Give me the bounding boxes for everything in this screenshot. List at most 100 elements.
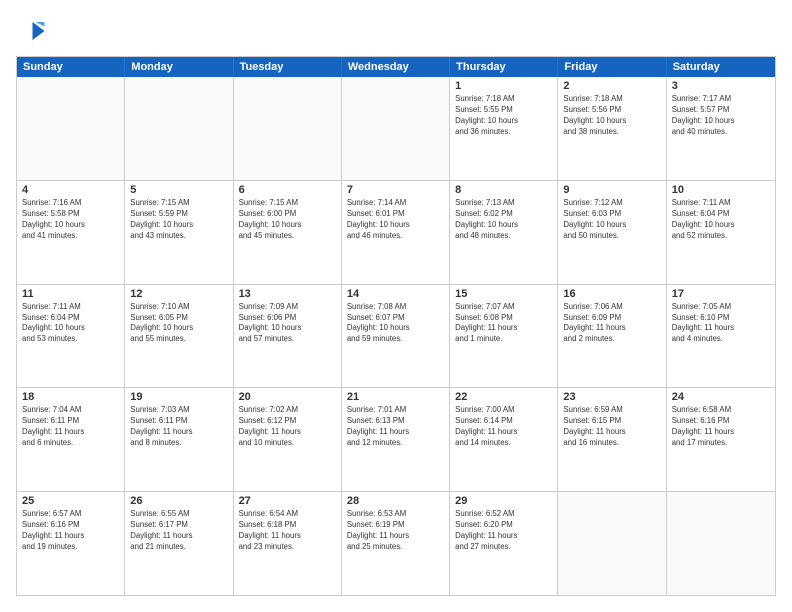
calendar-cell: 8 Sunrise: 7:13 AM Sunset: 6:02 PM Daylig… [450, 181, 558, 284]
logo-icon [16, 16, 46, 46]
calendar-cell: 7 Sunrise: 7:14 AM Sunset: 6:01 PM Daylig… [342, 181, 450, 284]
day-number: 22 [455, 391, 552, 403]
calendar-cell: 15Sunrise: 7:07 AM Sunset: 6:08 PM Dayli… [450, 285, 558, 388]
calendar-cell: 4 Sunrise: 7:16 AM Sunset: 5:58 PM Daylig… [17, 181, 125, 284]
day-info: Sunrise: 7:11 AM Sunset: 6:04 PM Dayligh… [22, 302, 119, 346]
day-number: 9 [563, 184, 660, 196]
calendar-cell: 29Sunrise: 6:52 AM Sunset: 6:20 PM Dayli… [450, 492, 558, 595]
calendar-cell: 16 Sunrise: 7:06 AM Sunset: 6:09 PM Dayli… [558, 285, 666, 388]
day-info: Sunrise: 7:12 AM Sunset: 6:03 PM Dayligh… [563, 198, 660, 242]
day-info: Sunrise: 7:11 AM Sunset: 6:04 PM Dayligh… [672, 198, 770, 242]
day-info: Sunrise: 7:06 AM Sunset: 6:09 PM Dayligh… [563, 302, 660, 346]
calendar-row: 4 Sunrise: 7:16 AM Sunset: 5:58 PM Daylig… [17, 181, 775, 285]
calendar-cell: 20 Sunrise: 7:02 AM Sunset: 6:12 PM Dayli… [234, 388, 342, 491]
day-info: Sunrise: 7:10 AM Sunset: 6:05 PM Dayligh… [130, 302, 227, 346]
day-number: 29 [455, 495, 552, 507]
day-number: 18 [22, 391, 119, 403]
calendar-cell: 18 Sunrise: 7:04 AM Sunset: 6:11 PM Dayli… [17, 388, 125, 491]
day-number: 20 [239, 391, 336, 403]
calendar-cell: 21 Sunrise: 7:01 AM Sunset: 6:13 PM Dayli… [342, 388, 450, 491]
calendar-cell: 6 Sunrise: 7:15 AM Sunset: 6:00 PM Daylig… [234, 181, 342, 284]
day-info: Sunrise: 7:00 AM Sunset: 6:14 PM Dayligh… [455, 405, 552, 449]
logo [16, 16, 50, 46]
day-number: 1 [455, 80, 552, 92]
day-info: Sunrise: 7:08 AM Sunset: 6:07 PM Dayligh… [347, 302, 444, 346]
day-number: 6 [239, 184, 336, 196]
day-number: 10 [672, 184, 770, 196]
day-info: Sunrise: 7:09 AM Sunset: 6:06 PM Dayligh… [239, 302, 336, 346]
calendar-cell [667, 492, 775, 595]
header-day: Tuesday [234, 57, 342, 77]
day-number: 3 [672, 80, 770, 92]
calendar-cell: 3 Sunrise: 7:17 AM Sunset: 5:57 PM Daylig… [667, 77, 775, 180]
day-info: Sunrise: 6:59 AM Sunset: 6:15 PM Dayligh… [563, 405, 660, 449]
day-info: Sunrise: 7:07 AM Sunset: 6:08 PM Dayligh… [455, 302, 552, 346]
day-info: Sunrise: 6:57 AM Sunset: 6:16 PM Dayligh… [22, 509, 119, 553]
calendar-row: 25 Sunrise: 6:57 AM Sunset: 6:16 PM Dayli… [17, 492, 775, 595]
day-info: Sunrise: 7:01 AM Sunset: 6:13 PM Dayligh… [347, 405, 444, 449]
calendar-header: SundayMondayTuesdayWednesdayThursdayFrid… [17, 57, 775, 77]
day-number: 12 [130, 288, 227, 300]
day-number: 25 [22, 495, 119, 507]
day-number: 7 [347, 184, 444, 196]
day-info: Sunrise: 7:13 AM Sunset: 6:02 PM Dayligh… [455, 198, 552, 242]
calendar-cell: 10 Sunrise: 7:11 AM Sunset: 6:04 PM Dayli… [667, 181, 775, 284]
header-day: Friday [558, 57, 666, 77]
calendar-row: 11 Sunrise: 7:11 AM Sunset: 6:04 PM Dayli… [17, 285, 775, 389]
day-info: Sunrise: 7:17 AM Sunset: 5:57 PM Dayligh… [672, 94, 770, 138]
day-number: 8 [455, 184, 552, 196]
calendar-cell: 2 Sunrise: 7:18 AM Sunset: 5:56 PM Daylig… [558, 77, 666, 180]
page: SundayMondayTuesdayWednesdayThursdayFrid… [0, 0, 792, 612]
calendar-cell [342, 77, 450, 180]
calendar-cell: 23 Sunrise: 6:59 AM Sunset: 6:15 PM Dayli… [558, 388, 666, 491]
day-info: Sunrise: 7:02 AM Sunset: 6:12 PM Dayligh… [239, 405, 336, 449]
day-info: Sunrise: 6:58 AM Sunset: 6:16 PM Dayligh… [672, 405, 770, 449]
calendar-cell: 12 Sunrise: 7:10 AM Sunset: 6:05 PM Dayli… [125, 285, 233, 388]
day-info: Sunrise: 7:18 AM Sunset: 5:55 PM Dayligh… [455, 94, 552, 138]
day-number: 2 [563, 80, 660, 92]
day-number: 17 [672, 288, 770, 300]
calendar-cell: 11 Sunrise: 7:11 AM Sunset: 6:04 PM Dayli… [17, 285, 125, 388]
calendar-cell: 14 Sunrise: 7:08 AM Sunset: 6:07 PM Dayli… [342, 285, 450, 388]
day-number: 24 [672, 391, 770, 403]
day-info: Sunrise: 7:14 AM Sunset: 6:01 PM Dayligh… [347, 198, 444, 242]
day-number: 26 [130, 495, 227, 507]
day-info: Sunrise: 7:03 AM Sunset: 6:11 PM Dayligh… [130, 405, 227, 449]
calendar: SundayMondayTuesdayWednesdayThursdayFrid… [16, 56, 776, 596]
day-number: 21 [347, 391, 444, 403]
day-number: 19 [130, 391, 227, 403]
calendar-cell: 1 Sunrise: 7:18 AM Sunset: 5:55 PM Daylig… [450, 77, 558, 180]
calendar-cell [234, 77, 342, 180]
day-number: 5 [130, 184, 227, 196]
day-info: Sunrise: 6:53 AM Sunset: 6:19 PM Dayligh… [347, 509, 444, 553]
calendar-row: 1 Sunrise: 7:18 AM Sunset: 5:55 PM Daylig… [17, 77, 775, 181]
day-number: 4 [22, 184, 119, 196]
day-info: Sunrise: 7:04 AM Sunset: 6:11 PM Dayligh… [22, 405, 119, 449]
day-number: 28 [347, 495, 444, 507]
calendar-cell [17, 77, 125, 180]
calendar-cell: 27 Sunrise: 6:54 AM Sunset: 6:18 PM Dayli… [234, 492, 342, 595]
day-info: Sunrise: 7:05 AM Sunset: 6:10 PM Dayligh… [672, 302, 770, 346]
header-day: Sunday [17, 57, 125, 77]
day-number: 14 [347, 288, 444, 300]
calendar-cell: 28 Sunrise: 6:53 AM Sunset: 6:19 PM Dayli… [342, 492, 450, 595]
calendar-cell: 9 Sunrise: 7:12 AM Sunset: 6:03 PM Daylig… [558, 181, 666, 284]
day-number: 27 [239, 495, 336, 507]
calendar-body: 1 Sunrise: 7:18 AM Sunset: 5:55 PM Daylig… [17, 77, 775, 595]
calendar-cell: 19 Sunrise: 7:03 AM Sunset: 6:11 PM Dayli… [125, 388, 233, 491]
calendar-cell: 13Sunrise: 7:09 AM Sunset: 6:06 PM Dayli… [234, 285, 342, 388]
day-info: Sunrise: 7:18 AM Sunset: 5:56 PM Dayligh… [563, 94, 660, 138]
day-info: Sunrise: 7:15 AM Sunset: 6:00 PM Dayligh… [239, 198, 336, 242]
calendar-cell: 17 Sunrise: 7:05 AM Sunset: 6:10 PM Dayli… [667, 285, 775, 388]
header-day: Monday [125, 57, 233, 77]
day-number: 16 [563, 288, 660, 300]
day-info: Sunrise: 7:16 AM Sunset: 5:58 PM Dayligh… [22, 198, 119, 242]
day-info: Sunrise: 6:55 AM Sunset: 6:17 PM Dayligh… [130, 509, 227, 553]
header [16, 16, 776, 46]
day-info: Sunrise: 6:54 AM Sunset: 6:18 PM Dayligh… [239, 509, 336, 553]
calendar-cell: 5Sunrise: 7:15 AM Sunset: 5:59 PM Daylig… [125, 181, 233, 284]
day-number: 23 [563, 391, 660, 403]
header-day: Thursday [450, 57, 558, 77]
day-number: 11 [22, 288, 119, 300]
calendar-cell: 22 Sunrise: 7:00 AM Sunset: 6:14 PM Dayli… [450, 388, 558, 491]
